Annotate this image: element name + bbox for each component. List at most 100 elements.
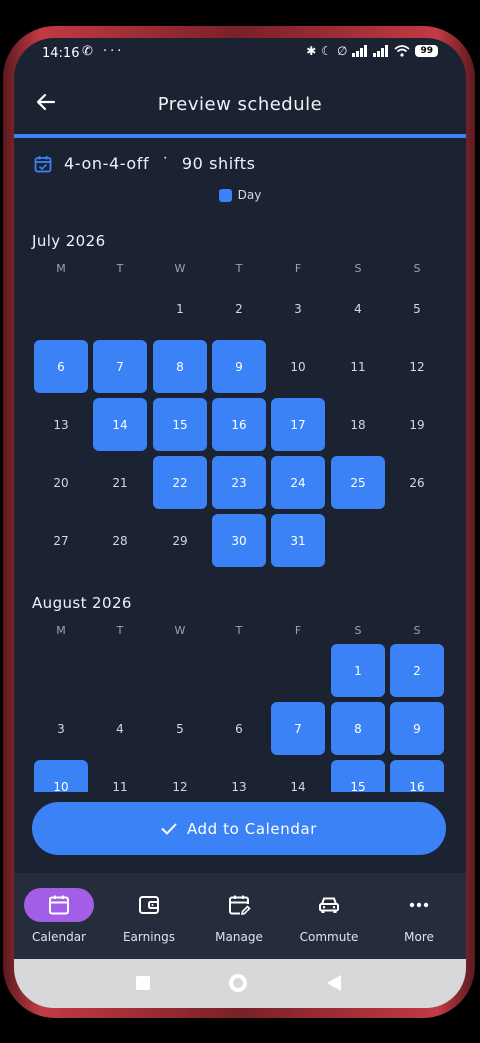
day-cell[interactable]: 6 — [212, 702, 266, 755]
shift-day-cell[interactable]: 24 — [271, 456, 325, 509]
notification-icons: ✆ ··· — [82, 44, 125, 59]
day-cell[interactable]: 4 — [93, 702, 147, 755]
moon-icon: ☾ — [321, 44, 333, 58]
weekday-label: S — [413, 624, 421, 637]
nav-label-commute: Commute — [299, 930, 359, 944]
summary-separator: ˙ — [161, 154, 170, 173]
weekday-label: M — [56, 624, 66, 637]
system-navigation-bar — [14, 959, 466, 1008]
shift-day-cell[interactable]: 7 — [271, 702, 325, 755]
weekday-label: S — [354, 624, 362, 637]
weekday-label: W — [174, 624, 186, 637]
pattern-name: 4-on-4-off — [64, 154, 150, 173]
day-cell[interactable]: 18 — [331, 398, 385, 451]
day-cell[interactable]: 10 — [271, 340, 325, 393]
shift-day-cell[interactable]: 9 — [390, 702, 444, 755]
weekday-label: W — [174, 262, 186, 275]
nav-item-manage[interactable]: Manage — [194, 873, 284, 959]
shift-day-cell[interactable]: 15 — [153, 398, 207, 451]
day-cell[interactable]: 3 — [271, 282, 325, 335]
day-cell[interactable]: 14 — [271, 760, 325, 793]
shift-day-cell[interactable]: 8 — [153, 340, 207, 393]
back-triangle-icon[interactable] — [324, 972, 344, 994]
shift-day-cell[interactable]: 23 — [212, 456, 266, 509]
calendar-scroll-area[interactable]: July 2026 M T W T F S S 1 2 3 4 5 6 7 8 9 10 11 12 13 14 15 16 1… — [14, 218, 466, 792]
calendar-check-icon — [34, 155, 52, 172]
day-cell[interactable]: 29 — [153, 514, 207, 567]
day-cell[interactable]: 12 — [153, 760, 207, 793]
recent-apps-icon[interactable] — [134, 972, 152, 994]
day-cell[interactable]: 3 — [34, 702, 88, 755]
day-cell[interactable]: 5 — [153, 702, 207, 755]
day-cell[interactable]: 13 — [34, 398, 88, 451]
nav-icon-container — [204, 888, 274, 922]
status-right: ✱ ☾ ∅ 99 — [306, 44, 438, 58]
day-cell[interactable]: 26 — [390, 456, 444, 509]
shift-day-cell[interactable]: 16 — [390, 760, 444, 792]
nav-item-earnings[interactable]: Earnings — [104, 873, 194, 959]
nav-label-more: More — [404, 930, 434, 944]
weekday-label: S — [354, 262, 362, 275]
shift-count: 90 shifts — [181, 154, 256, 173]
shift-day-cell[interactable]: 6 — [34, 340, 88, 393]
day-cell[interactable]: 20 — [34, 456, 88, 509]
battery-indicator: 99 — [415, 45, 438, 57]
shift-day-cell[interactable]: 8 — [331, 702, 385, 755]
shift-day-cell[interactable]: 30 — [212, 514, 266, 567]
shift-day-cell[interactable]: 9 — [212, 340, 266, 393]
day-cell[interactable]: 11 — [93, 760, 147, 793]
day-cell[interactable]: 13 — [212, 760, 266, 793]
nav-item-calendar[interactable]: Calendar — [14, 873, 104, 959]
day-cell[interactable]: 5 — [390, 282, 444, 335]
calendar-icon — [49, 895, 69, 915]
status-time: 14:16 — [42, 46, 80, 61]
weekday-label: T — [116, 624, 124, 637]
page-title: Preview schedule — [157, 94, 323, 115]
nav-label-calendar: Calendar — [32, 930, 86, 944]
day-cell[interactable]: 1 — [153, 282, 207, 335]
bottom-navigation: Calendar Earnings Manage Commute More — [14, 873, 466, 959]
nav-icon-container — [24, 888, 94, 922]
weekday-label: T — [235, 624, 243, 637]
day-cell[interactable]: 12 — [390, 340, 444, 393]
day-cell[interactable]: 21 — [93, 456, 147, 509]
shift-day-cell[interactable]: 25 — [331, 456, 385, 509]
calendar-edit-icon — [229, 895, 251, 916]
wallet-icon — [139, 896, 159, 914]
shift-day-cell[interactable]: 16 — [212, 398, 266, 451]
bluetooth-icon: ✱ — [306, 44, 317, 58]
mute-icon: ∅ — [337, 44, 348, 58]
wifi-icon — [394, 45, 410, 57]
home-icon[interactable] — [227, 972, 249, 994]
day-cell[interactable]: 27 — [34, 514, 88, 567]
weekday-label: F — [294, 624, 302, 637]
nav-item-commute[interactable]: Commute — [284, 873, 374, 959]
shift-day-cell[interactable]: 2 — [390, 644, 444, 697]
day-cell[interactable]: 11 — [331, 340, 385, 393]
shift-day-cell[interactable]: 17 — [271, 398, 325, 451]
shift-day-cell[interactable]: 22 — [153, 456, 207, 509]
nav-label-earnings: Earnings — [122, 930, 176, 944]
nav-item-more[interactable]: More — [374, 873, 464, 959]
shift-day-cell[interactable]: 1 — [331, 644, 385, 697]
shift-day-cell[interactable]: 14 — [93, 398, 147, 451]
day-cell[interactable]: 28 — [93, 514, 147, 567]
shift-day-cell[interactable]: 7 — [93, 340, 147, 393]
add-to-calendar-button[interactable]: Add to Calendar — [32, 802, 446, 855]
checkmark-icon — [161, 823, 177, 835]
shift-day-cell[interactable]: 15 — [331, 760, 385, 792]
shift-day-cell[interactable]: 10 — [34, 760, 88, 792]
day-cell[interactable]: 19 — [390, 398, 444, 451]
shift-day-cell[interactable]: 31 — [271, 514, 325, 567]
legend-label-day: Day — [237, 188, 262, 202]
weekday-label: T — [116, 262, 124, 275]
car-icon — [319, 897, 339, 913]
weekday-label: S — [413, 262, 421, 275]
app-screen: 14:16 ✆ ··· ✱ ☾ ∅ 99 Preview schedule 4-… — [14, 38, 466, 1008]
nav-icon-container — [114, 888, 184, 922]
weekday-label: F — [294, 262, 302, 275]
day-cell[interactable]: 2 — [212, 282, 266, 335]
day-cell[interactable]: 4 — [331, 282, 385, 335]
nav-icon-container — [384, 888, 454, 922]
weekday-label: T — [235, 262, 243, 275]
